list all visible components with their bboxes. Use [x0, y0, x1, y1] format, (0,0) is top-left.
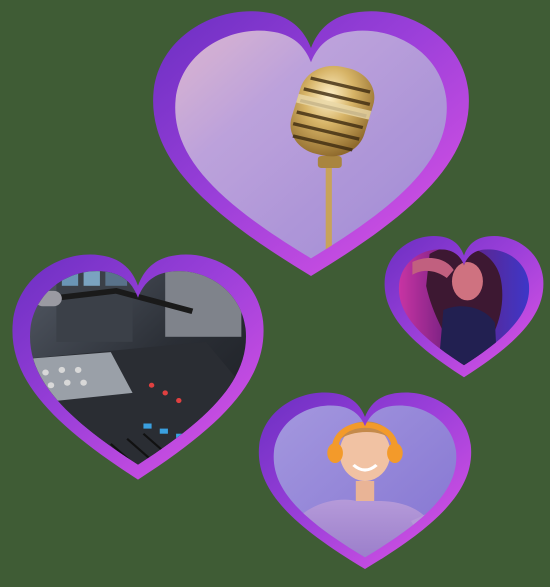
- heart-frame-mixer: [12, 254, 264, 480]
- heart-photo-collage: [0, 0, 550, 587]
- heart-frame-listener: [258, 392, 472, 569]
- heart-frame-singer: [384, 235, 544, 378]
